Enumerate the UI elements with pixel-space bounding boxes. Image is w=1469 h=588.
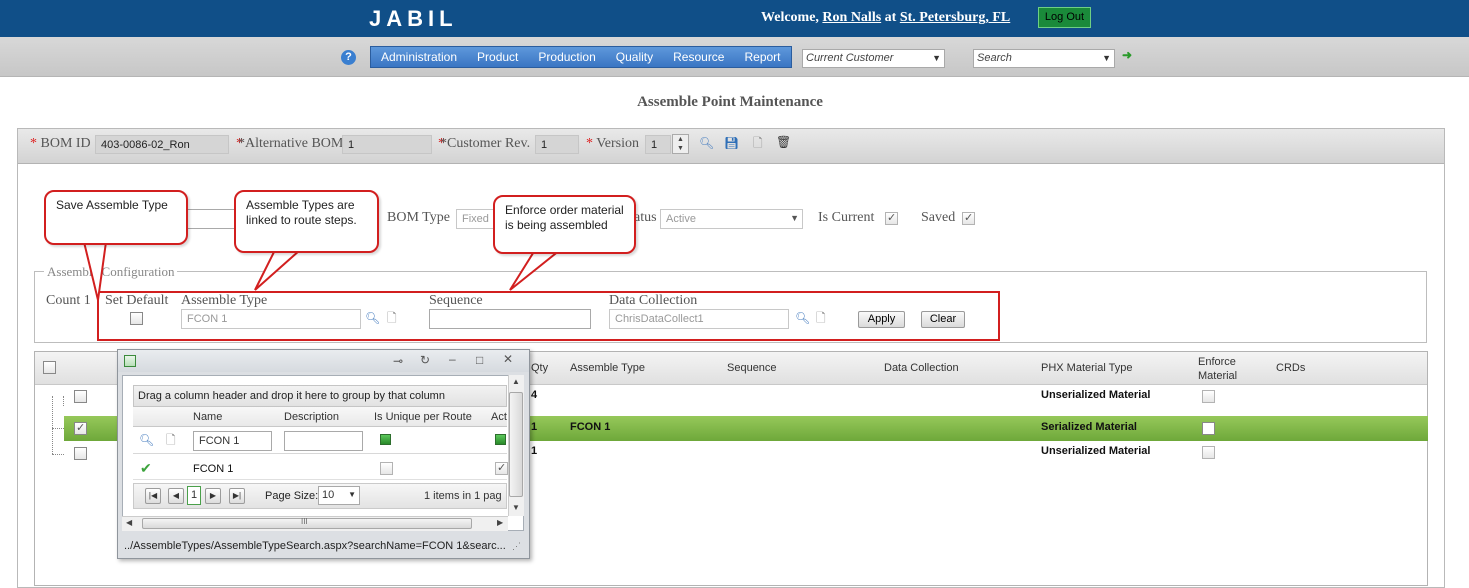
row-unique-checkbox [380, 462, 393, 475]
last-page-icon[interactable]: ▶| [229, 488, 245, 504]
filter-unique-toggle[interactable] [380, 434, 391, 445]
filter-description-field[interactable] [284, 431, 363, 451]
popup-column-description[interactable]: Description [284, 411, 339, 423]
select-check-icon[interactable]: ✔ [140, 460, 152, 477]
close-icon[interactable]: ✕ [503, 352, 513, 366]
callout-pointer [254, 249, 303, 291]
enforce-order-callout: Enforce order material is being assemble… [493, 195, 636, 254]
new-document-icon[interactable]: 🗋 [166, 433, 176, 447]
window-icon [124, 355, 136, 367]
chevron-down-icon: ▼ [348, 490, 356, 499]
row-name: FCON 1 [193, 463, 234, 475]
filter-name-field[interactable]: FCON 1 [193, 431, 272, 451]
callout-pointer [82, 241, 108, 301]
scroll-grip: III [301, 517, 308, 526]
list-item[interactable] [133, 456, 507, 480]
page-size-label: Page Size: [265, 490, 319, 502]
popup-column-active[interactable]: Act [491, 411, 507, 423]
scroll-down-icon[interactable]: ▼ [512, 503, 520, 512]
row-active-checkbox [495, 461, 508, 475]
popup-column-name[interactable]: Name [193, 411, 222, 423]
popup-status-bar: ../AssembleTypes/AssembleTypeSearch.aspx… [118, 535, 529, 558]
current-page[interactable]: 1 [187, 486, 201, 505]
pin-icon[interactable]: ⊸ [393, 354, 403, 368]
group-by-panel[interactable]: Drag a column header and drop it here to… [133, 385, 507, 407]
first-page-icon[interactable]: |◀ [145, 488, 161, 504]
page-size-select[interactable]: 10 ▼ [318, 486, 360, 505]
assemble-types-callout: Assemble Types are linked to route steps… [234, 190, 379, 253]
vertical-scroll-thumb[interactable] [509, 392, 523, 497]
status-url: ../AssembleTypes/AssembleTypeSearch.aspx… [124, 540, 506, 552]
filter-active-toggle[interactable] [495, 434, 506, 445]
callout-pointer [509, 249, 563, 291]
scroll-left-icon[interactable]: ◀ [126, 518, 132, 527]
prev-page-icon[interactable]: ◀ [168, 488, 184, 504]
save-assemble-type-callout: Save Assemble Type [44, 190, 188, 245]
horizontal-scroll-thumb[interactable]: III [142, 517, 472, 529]
next-page-icon[interactable]: ▶ [205, 488, 221, 504]
items-info: 1 items in 1 pag [424, 490, 502, 502]
page-size-value: 10 [322, 489, 335, 501]
search-icon[interactable]: 🔍︎ [139, 433, 154, 447]
popup-title-bar[interactable] [118, 350, 529, 372]
maximize-icon[interactable]: □ [476, 353, 483, 367]
reload-icon[interactable]: ↻ [420, 353, 430, 367]
popup-column-unique[interactable]: Is Unique per Route [374, 411, 472, 423]
resize-grip-icon[interactable]: ⋰ [512, 541, 521, 552]
scroll-up-icon[interactable]: ▲ [512, 377, 520, 386]
minimize-icon[interactable]: – [449, 352, 456, 366]
scroll-right-icon[interactable]: ▶ [497, 518, 503, 527]
